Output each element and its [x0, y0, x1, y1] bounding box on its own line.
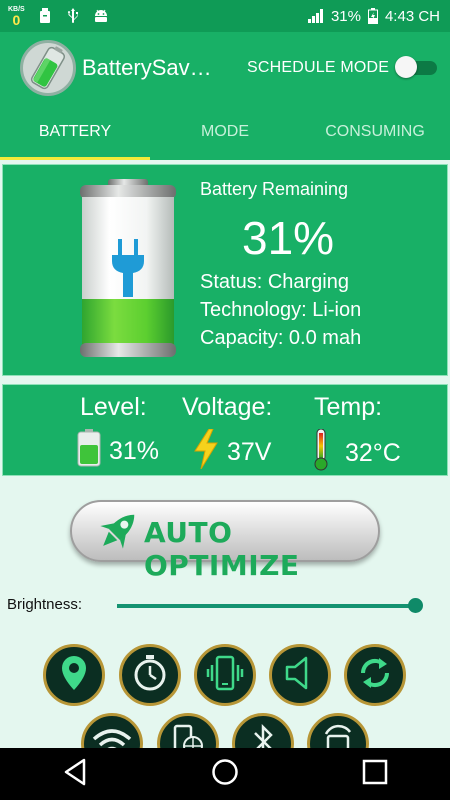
battery-percent: 31% — [242, 212, 335, 264]
toggle-thumb — [395, 56, 417, 78]
thermometer-icon — [313, 428, 329, 478]
home-icon — [211, 758, 239, 791]
schedule-mode-label: SCHEDULE MODE — [247, 59, 390, 76]
battery-status: Status: Charging — [200, 271, 349, 293]
android-icon — [93, 8, 109, 24]
battery-capacity: Capacity: 0.0 mah — [200, 327, 362, 349]
location-icon — [60, 655, 88, 696]
navigation-bar — [0, 748, 450, 800]
app-logo — [20, 39, 76, 96]
location-toggle[interactable] — [43, 644, 105, 706]
tab-bar: BATTERY MODE CONSUMING — [0, 103, 450, 160]
usb-icon — [65, 8, 81, 24]
home-button[interactable] — [195, 754, 255, 794]
status-bar: KB/S 0 31% 4:43 CH — [0, 0, 450, 32]
brightness-label: Brightness: — [7, 596, 83, 613]
battery-remaining-label: Battery Remaining — [200, 179, 349, 199]
temp-value: 32°C — [345, 439, 401, 467]
voltage-value: 37V — [227, 438, 272, 466]
battery-charging-icon — [365, 8, 381, 24]
level-stat: Level: — [80, 393, 147, 422]
recents-icon — [362, 759, 388, 790]
slider-track — [117, 604, 417, 608]
vibrate-icon — [205, 655, 245, 696]
back-icon — [62, 758, 88, 791]
app-title: BatterySav… — [82, 54, 212, 80]
sync-toggle[interactable] — [344, 644, 406, 706]
temp-label: Temp: — [314, 393, 383, 421]
usb-storage-icon — [37, 8, 53, 24]
battery-card: Battery Remaining 31% Status: Charging T… — [2, 164, 448, 376]
lightning-icon — [193, 428, 219, 476]
level-value: 31% — [109, 437, 160, 465]
signal-icon — [307, 8, 327, 24]
tab-consuming[interactable]: CONSUMING — [300, 103, 450, 160]
status-time: 4:43 CH — [384, 7, 440, 25]
rocket-icon — [90, 506, 146, 561]
stats-card: Level: 31% Voltage: 37V Temp: 32°C — [2, 384, 448, 476]
auto-optimize-label: AUTO OPTIMIZE — [144, 516, 300, 582]
status-battery-percent: 31% — [330, 7, 361, 25]
timer-icon — [133, 654, 167, 696]
vibrate-toggle[interactable] — [194, 644, 256, 706]
level-label: Level: — [80, 393, 147, 421]
battery-info: Battery Remaining 31% Status: Charging T… — [200, 179, 361, 349]
network-speed: KB/S 0 — [8, 6, 25, 27]
brightness-slider[interactable] — [117, 598, 425, 614]
voltage-stat: Voltage: — [182, 393, 272, 422]
battery-level-icon — [77, 429, 101, 474]
voltage-row: 37V — [193, 428, 272, 476]
battery-technology: Technology: Li-ion — [200, 299, 362, 321]
recents-button[interactable] — [345, 754, 405, 794]
timer-toggle[interactable] — [119, 644, 181, 706]
app-bar: BatterySav… SCHEDULE MODE — [0, 32, 450, 103]
network-speed-value: 0 — [12, 11, 21, 28]
temp-stat: Temp: — [314, 393, 382, 422]
back-button[interactable] — [45, 754, 105, 794]
level-row: 31% — [77, 429, 159, 474]
tab-battery[interactable]: BATTERY — [0, 103, 150, 160]
auto-optimize-button[interactable]: AUTO OPTIMIZE — [70, 500, 380, 582]
temp-row: 32°C — [313, 428, 401, 478]
sync-icon — [357, 655, 393, 696]
sound-toggle[interactable] — [269, 644, 331, 706]
schedule-mode-toggle[interactable] — [395, 56, 439, 78]
sound-icon — [284, 656, 316, 695]
voltage-label: Voltage: — [182, 393, 273, 421]
tab-mode[interactable]: MODE — [150, 103, 300, 160]
slider-knob[interactable] — [408, 598, 423, 613]
battery-graphic — [78, 179, 178, 364]
